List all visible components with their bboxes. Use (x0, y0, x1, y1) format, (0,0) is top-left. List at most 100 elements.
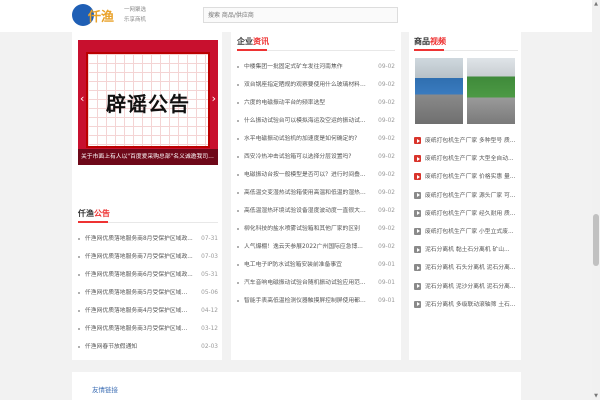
list-item[interactable]: 仟渔网优质落地服务商5月受保护区域公告 05-06 (78, 284, 218, 302)
list-item[interactable]: 电工电子IP防水试验箱安装前准备事宜 09-01 (237, 256, 395, 274)
scroll-up-icon[interactable]: ▲ (592, 0, 600, 8)
bullet-icon (237, 264, 239, 266)
site-logo[interactable]: 仟渔 (72, 4, 114, 28)
item-title[interactable]: 仟渔网优质落地服务商4月受保护区域公告 (85, 302, 193, 320)
left-panel: 辟谣公告 ‹ › 关于市面上有人以"百度爱采购总部"名义诚邀我司平台... 仟渔… (72, 30, 222, 360)
item-title[interactable]: 电磁振动台按一般模型是否可以？进行时间叠... (244, 166, 370, 184)
bullet-icon (237, 156, 239, 158)
video-item[interactable]: 废纸打包机生产厂家 源头厂家 可... (414, 187, 518, 205)
video-title[interactable]: 废纸打包机生产厂家 经久耐用 质... (425, 205, 518, 223)
list-item[interactable]: 电磁振动台按一般模型是否可以？进行时间叠... 09-02 (237, 166, 395, 184)
product-thumbnail-baler[interactable] (415, 58, 463, 124)
item-title[interactable]: 仟渔网优质落地服务商5月受保护区域公告 (85, 284, 193, 302)
item-title[interactable]: 人气爆棚！逸云天参展2022广州国际应急博... (244, 238, 370, 256)
video-title[interactable]: 泥石分离机 黏土石分离机 矿山... (425, 241, 518, 259)
banner-next-arrow-icon[interactable]: › (212, 92, 216, 105)
item-title[interactable]: 电工电子IP防水试验箱安装前准备事宜 (244, 256, 370, 274)
item-date: 09-02 (378, 154, 395, 160)
list-item[interactable]: 仟渔网优质落地服务商7月受保护区域政... 07-03 (78, 248, 218, 266)
item-date: 09-02 (378, 118, 395, 124)
item-title[interactable]: 仟渔网优质落地服务商3月受保护区域公告 (85, 320, 193, 338)
item-title[interactable]: 柳化科技的盐水喷雾试验箱和其他厂家的区别 (244, 220, 370, 238)
video-item[interactable]: 废纸打包机生产厂家 价格实惠 量... (414, 168, 518, 186)
list-item[interactable]: 人气爆棚！逸云天参展2022广州国际应急博... 09-02 (237, 238, 395, 256)
list-item[interactable]: 六度的电磁振动平台的频率选型 09-02 (237, 94, 395, 112)
video-item[interactable]: 废纸打包机生产厂家 多种型号 质... (414, 132, 518, 150)
item-date: 05-06 (201, 290, 218, 296)
bullet-icon (78, 274, 80, 276)
item-date: 09-02 (378, 172, 395, 178)
list-item[interactable]: 仟渔网春节放假通知 02-03 (78, 338, 218, 356)
bullet-icon (237, 102, 239, 104)
play-icon (414, 209, 421, 217)
play-icon (414, 137, 421, 144)
video-item[interactable]: 泥石分离机 黏土石分离机 矿山... (414, 241, 518, 259)
video-title[interactable]: 废纸打包机生产厂家 价格实惠 量... (425, 168, 518, 186)
list-item[interactable]: 智能手表高低温检测仪器触摸屏控制屏使用都包... 09-01 (237, 292, 395, 310)
item-date: 09-02 (378, 100, 395, 106)
list-item[interactable]: 中楼集团一批固定式矿车发往河南焦作 09-02 (237, 58, 395, 76)
item-title[interactable]: 什么振动试验台可以模拟海运及空运的振动试... (244, 112, 370, 130)
video-title[interactable]: 泥石分离机 石头分离机 泥石分离... (425, 259, 518, 277)
list-item[interactable]: 高低温交变湿热试验箱使用高温和低温的湿热结... 09-02 (237, 184, 395, 202)
video-title[interactable]: 废纸打包机生产厂家 源头厂家 可... (425, 187, 518, 205)
news-list: 中楼集团一批固定式矿车发往河南焦作 09-02 双台锅座指定晒规的观察要使用什么玻… (237, 58, 395, 310)
product-title-highlight: 视频 (430, 37, 446, 46)
product-thumbnail-baler-green[interactable] (467, 58, 515, 124)
item-date: 04-12 (201, 308, 218, 314)
item-title[interactable]: 仟渔网优质落地服务商6月受保护区域政... (85, 266, 193, 284)
product-video-panel: 商品视频 废纸打包机生产厂家 多种型号 质... 废纸打包机生产厂家 大型全自动… (409, 30, 521, 360)
scroll-down-icon[interactable]: ▼ (592, 392, 600, 400)
announcement-banner[interactable]: 辟谣公告 ‹ › 关于市面上有人以"百度爱采购总部"名义诚邀我司平台... (78, 40, 218, 165)
video-item[interactable]: 废纸打包机生产厂家 经久耐用 质... (414, 205, 518, 223)
video-title[interactable]: 废纸打包机生产厂家 小型立式废... (425, 223, 518, 241)
scrollbar-thumb[interactable] (593, 214, 599, 266)
list-item[interactable]: 水平电磁振动试验机的加速度是如何确定的? 09-02 (237, 130, 395, 148)
list-item[interactable]: 仟渔网优质落地服务商4月受保护区域公告 04-12 (78, 302, 218, 320)
item-title[interactable]: 中楼集团一批固定式矿车发往河南焦作 (244, 58, 370, 76)
bullet-icon (78, 238, 80, 240)
friend-links-panel: 友情链接 (72, 372, 521, 400)
video-title[interactable]: 泥石分离机 多级联动滚轴筛 土石... (425, 296, 518, 314)
page-scrollbar[interactable]: ▲ ▼ (592, 0, 600, 400)
item-title[interactable]: 仟渔网优质落地服务商8月受保护区域政... (85, 230, 193, 248)
banner-prev-arrow-icon[interactable]: ‹ (80, 92, 84, 105)
banner-caption[interactable]: 关于市面上有人以"百度爱采购总部"名义诚邀我司平台... (78, 149, 218, 165)
item-title[interactable]: 高低温交变湿热试验箱使用高温和低温的湿热结... (244, 184, 370, 202)
bullet-icon (237, 246, 239, 248)
list-item[interactable]: 西安冷热冲击试验箱可以选择分层设置吗? 09-02 (237, 148, 395, 166)
item-title[interactable]: 智能手表高低温检测仪器触摸屏控制屏使用都包... (244, 292, 370, 310)
section-accent-bar (237, 49, 267, 51)
item-title[interactable]: 西安冷热冲击试验箱可以选择分层设置吗? (244, 148, 370, 166)
item-title[interactable]: 六度的电磁振动平台的频率选型 (244, 94, 370, 112)
search-box (203, 7, 398, 23)
list-item[interactable]: 双台锅座指定晒规的观察要使用什么玻璃材料比... 09-02 (237, 76, 395, 94)
video-item[interactable]: 泥石分离机 泥沙分离机 泥石分离... (414, 278, 518, 296)
banner-notice-board: 辟谣公告 (86, 52, 210, 148)
item-date: 07-03 (201, 254, 218, 260)
item-date: 07-31 (201, 236, 218, 242)
video-title[interactable]: 废纸打包机生产厂家 多种型号 质... (425, 132, 518, 150)
list-item[interactable]: 仟渔网优质落地服务商6月受保护区域政... 05-31 (78, 266, 218, 284)
item-title[interactable]: 汽车音响电磁振动试验台随机振动试验应用范... (244, 274, 370, 292)
search-input[interactable] (204, 8, 397, 22)
video-title[interactable]: 废纸打包机生产厂家 大型全自动... (425, 150, 518, 168)
list-item[interactable]: 高低温湿热环境试验设备湿度波动度一直很大，如... 09-02 (237, 202, 395, 220)
list-item[interactable]: 仟渔网优质落地服务商3月受保护区域公告 03-12 (78, 320, 218, 338)
list-item[interactable]: 汽车音响电磁振动试验台随机振动试验应用范... 09-01 (237, 274, 395, 292)
video-item[interactable]: 泥石分离机 石头分离机 泥石分离... (414, 259, 518, 277)
list-item[interactable]: 仟渔网优质落地服务商8月受保护区域政... 07-31 (78, 230, 218, 248)
video-title[interactable]: 泥石分离机 泥沙分离机 泥石分离... (425, 278, 518, 296)
item-title[interactable]: 双台锅座指定晒规的观察要使用什么玻璃材料比... (244, 76, 370, 94)
item-date: 02-03 (201, 344, 218, 350)
item-title[interactable]: 水平电磁振动试验机的加速度是如何确定的? (244, 130, 370, 148)
video-item[interactable]: 废纸打包机生产厂家 小型立式废... (414, 223, 518, 241)
item-title[interactable]: 仟渔网春节放假通知 (85, 338, 193, 356)
item-title[interactable]: 高低温湿热环境试验设备湿度波动度一直很大，如... (244, 202, 370, 220)
video-item[interactable]: 废纸打包机生产厂家 大型全自动... (414, 150, 518, 168)
list-item[interactable]: 什么振动试验台可以模拟海运及空运的振动试... 09-02 (237, 112, 395, 130)
bullet-icon (78, 328, 80, 330)
video-item[interactable]: 泥石分离机 多级联动滚轴筛 土石... (414, 296, 518, 314)
list-item[interactable]: 柳化科技的盐水喷雾试验箱和其他厂家的区别 09-02 (237, 220, 395, 238)
item-title[interactable]: 仟渔网优质落地服务商7月受保护区域政... (85, 248, 193, 266)
